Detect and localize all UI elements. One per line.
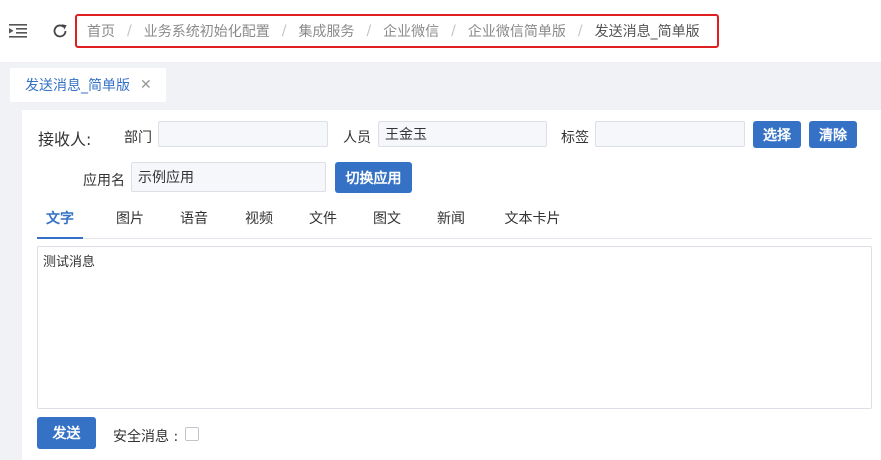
- breadcrumb-item[interactable]: 首页: [87, 21, 115, 41]
- select-button[interactable]: 选择: [753, 121, 801, 148]
- tab-text[interactable]: 文字: [37, 205, 83, 239]
- receiver-label: 接收人:: [38, 130, 92, 149]
- breadcrumb-separator: /: [451, 23, 456, 39]
- tag-input[interactable]: [595, 121, 745, 147]
- breadcrumb-separator: /: [127, 23, 132, 39]
- tab-image-text[interactable]: 图文: [366, 205, 408, 239]
- breadcrumb-item: 发送消息_简单版: [594, 24, 700, 40]
- person-input[interactable]: [378, 121, 547, 147]
- page-tab-bar: 发送消息_简单版 ✕: [0, 62, 881, 104]
- message-textarea[interactable]: 测试消息: [37, 246, 872, 409]
- person-label: 人员: [343, 130, 371, 146]
- breadcrumb-separator: /: [577, 23, 583, 39]
- breadcrumb-item[interactable]: 企业微信: [383, 21, 439, 41]
- clear-button[interactable]: 清除: [809, 121, 857, 148]
- breadcrumb-separator: /: [281, 23, 287, 39]
- tab-image[interactable]: 图片: [109, 205, 151, 239]
- main-panel: 接收人: 部门 人员 标签 选择 清除 应用名 切换应用 文字 图片 语音 视频…: [22, 110, 881, 460]
- breadcrumb-item[interactable]: 企业微信简单版: [468, 21, 566, 41]
- tab-news[interactable]: 新闻: [430, 205, 472, 239]
- breadcrumb: 首页 / 业务系统初始化配置 / 集成服务 / 企业微信 / 企业微信简单版 / 发送消息_简单版: [75, 14, 719, 48]
- tab-video[interactable]: 视频: [238, 205, 280, 239]
- breadcrumb-item[interactable]: 集成服务: [298, 21, 354, 41]
- message-type-tabs: 文字 图片 语音 视频 文件 图文 新闻 文本卡片: [37, 205, 872, 239]
- top-bar: 首页 / 业务系统初始化配置 / 集成服务 / 企业微信 / 企业微信简单版 / 发送消息_简单版: [0, 0, 881, 62]
- tab-text-card[interactable]: 文本卡片: [500, 205, 565, 239]
- app-name-input[interactable]: [131, 162, 326, 192]
- dept-input[interactable]: [158, 121, 328, 147]
- tab-file[interactable]: 文件: [302, 205, 344, 239]
- tab-label[interactable]: 发送消息_简单版: [25, 75, 130, 95]
- breadcrumb-item[interactable]: 业务系统初始化配置: [144, 21, 270, 41]
- secure-message-label: 安全消息 :: [113, 429, 179, 445]
- breadcrumb-separator: /: [366, 23, 372, 39]
- tag-label: 标签: [561, 130, 589, 146]
- dept-label: 部门: [124, 130, 152, 146]
- refresh-icon[interactable]: [51, 22, 69, 40]
- send-button[interactable]: 发送: [37, 417, 96, 449]
- tab-voice[interactable]: 语音: [173, 205, 215, 239]
- switch-app-button[interactable]: 切换应用: [335, 162, 412, 193]
- app-name-label: 应用名: [83, 173, 125, 189]
- secure-message-checkbox[interactable]: [185, 427, 199, 441]
- menu-fold-icon[interactable]: [9, 23, 27, 39]
- tab-send-message[interactable]: 发送消息_简单版 ✕: [10, 68, 166, 102]
- close-icon[interactable]: ✕: [140, 78, 152, 92]
